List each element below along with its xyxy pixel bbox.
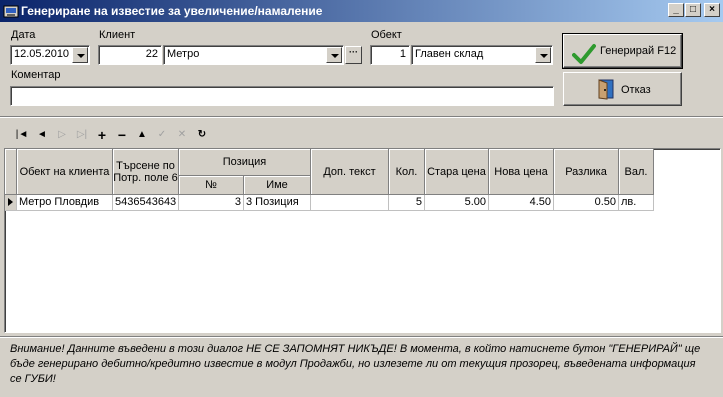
items-grid[interactable]: Обект на клиента Търсене по Потр. поле 6…: [4, 148, 721, 333]
app-icon: [3, 5, 19, 18]
generate-button-label: Генерирай F12: [600, 45, 677, 57]
nav-prior-button[interactable]: ◄: [33, 127, 51, 143]
header-client-object[interactable]: Обект на клиента: [17, 149, 113, 195]
client-name-value: Метро: [167, 48, 200, 60]
client-browse-button[interactable]: ···: [345, 46, 362, 64]
generate-button[interactable]: Генерирай F12: [562, 33, 683, 69]
object-label: Обект: [371, 29, 402, 41]
title-bar: Генериране на известие за увеличение/нам…: [0, 0, 723, 22]
cancel-button[interactable]: Отказ: [563, 72, 682, 106]
cell-difference[interactable]: 0.50: [554, 195, 619, 211]
nav-edit-button[interactable]: ▲: [133, 127, 151, 143]
first-record-icon: |◄: [15, 129, 29, 140]
cell-new-price[interactable]: 4.50: [489, 195, 554, 211]
triangle-up-icon: ▲: [137, 129, 147, 140]
door-exit-icon: [598, 79, 614, 100]
cell-currency[interactable]: лв.: [619, 195, 654, 211]
cell-position-name[interactable]: 3 Позиция: [244, 195, 311, 211]
ellipsis-icon: ···: [349, 47, 358, 57]
object-dropdown-button[interactable]: [535, 47, 551, 63]
minimize-icon: _: [673, 4, 679, 15]
header-qty[interactable]: Кол.: [389, 149, 425, 195]
date-dropdown-button[interactable]: [72, 47, 88, 63]
header-position-name[interactable]: Име: [244, 176, 311, 195]
close-button[interactable]: ×: [704, 3, 720, 17]
cell-position-no[interactable]: 3: [179, 195, 244, 211]
comment-label: Коментар: [11, 69, 61, 81]
grid-indicator-header: [5, 149, 17, 195]
maximize-button[interactable]: □: [685, 3, 701, 17]
check-icon: ✓: [157, 129, 167, 140]
maximize-icon: □: [689, 4, 697, 15]
header-currency[interactable]: Вал.: [619, 149, 654, 195]
client-code-field[interactable]: 22: [98, 45, 162, 65]
last-record-icon: ▷|: [76, 129, 88, 140]
object-code-value: 1: [399, 48, 406, 60]
object-code-field[interactable]: 1: [370, 45, 410, 65]
date-label: Дата: [11, 29, 36, 41]
header-extra-text[interactable]: Доп. текст: [311, 149, 389, 195]
date-value: 12.05.2010: [14, 48, 70, 60]
warning-text: Внимание! Данните въведени в този диалог…: [10, 343, 701, 385]
refresh-icon: ↻: [197, 129, 207, 140]
comment-field[interactable]: [10, 86, 554, 106]
toolbar-separator: [0, 116, 723, 118]
row-indicator: [5, 195, 17, 211]
header-search[interactable]: Търсене по Потр. поле 6: [113, 149, 179, 195]
nav-cancel-button[interactable]: ✕: [173, 127, 191, 143]
next-record-icon: ▷: [58, 129, 66, 140]
client-dropdown-button[interactable]: [326, 47, 342, 63]
header-position: Позиция: [179, 149, 311, 176]
client-code-value: 22: [145, 48, 158, 60]
nav-first-button[interactable]: |◄: [13, 127, 31, 143]
header-new-price[interactable]: Нова цена: [489, 149, 554, 195]
cell-old-price[interactable]: 5.00: [425, 195, 489, 211]
plus-icon: +: [97, 127, 107, 143]
cell-extra-text[interactable]: [311, 195, 389, 211]
cell-search[interactable]: 5436543643: [113, 195, 179, 211]
cell-client-object[interactable]: Метро Пловдив: [17, 195, 113, 211]
nav-last-button[interactable]: ▷|: [73, 127, 91, 143]
cancel-button-label: Отказ: [621, 84, 651, 96]
nav-insert-button[interactable]: +: [93, 127, 111, 143]
nav-next-button[interactable]: ▷: [53, 127, 71, 143]
close-icon: ×: [709, 4, 715, 15]
object-name-value: Главен склад: [415, 48, 484, 60]
checkmark-icon: [572, 44, 596, 64]
header-old-price[interactable]: Стара цена: [425, 149, 489, 195]
cell-qty[interactable]: 5: [389, 195, 425, 211]
prior-record-icon: ◄: [37, 129, 47, 140]
minimize-button[interactable]: _: [668, 3, 684, 17]
nav-post-button[interactable]: ✓: [153, 127, 171, 143]
minus-icon: −: [117, 127, 127, 143]
header-position-no[interactable]: №: [179, 176, 244, 195]
client-name-combo[interactable]: Метро: [163, 45, 344, 65]
warning-separator: [0, 336, 723, 338]
current-row-icon: [8, 198, 13, 206]
client-label: Клиент: [99, 29, 136, 41]
header-difference[interactable]: Разлика: [554, 149, 619, 195]
nav-refresh-button[interactable]: ↻: [193, 127, 211, 143]
date-field[interactable]: 12.05.2010: [10, 45, 90, 65]
x-icon: ✕: [177, 129, 187, 140]
window-title: Генериране на известие за увеличение/нам…: [21, 4, 323, 18]
nav-delete-button[interactable]: −: [113, 127, 131, 143]
object-name-combo[interactable]: Главен склад: [411, 45, 553, 65]
